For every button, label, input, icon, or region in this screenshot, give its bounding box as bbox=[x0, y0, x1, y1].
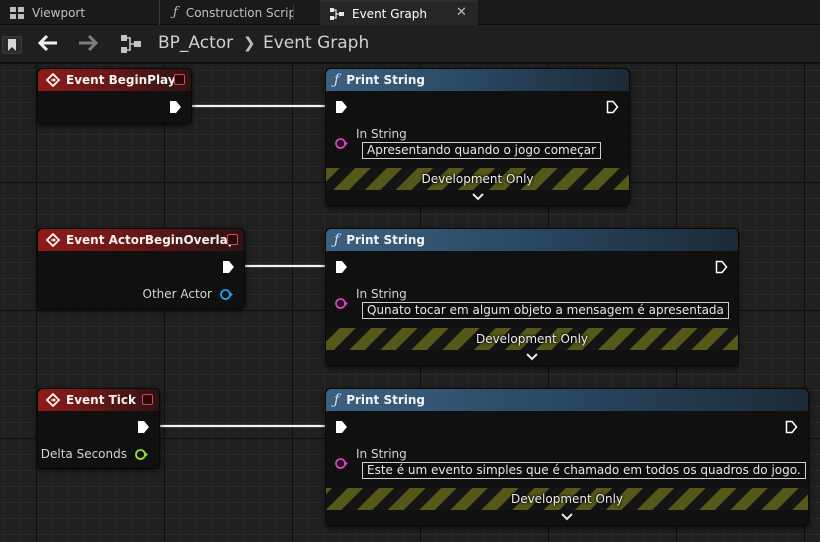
tab-viewport[interactable]: Viewport bbox=[0, 0, 160, 25]
close-tab-icon[interactable]: ✕ bbox=[456, 5, 467, 20]
tab-label: Construction Scrip bbox=[185, 5, 293, 20]
exec-in-pin-icon[interactable] bbox=[335, 260, 348, 274]
event-graph-canvas[interactable]: Event BeginPlay ƒ Print String In String… bbox=[0, 64, 820, 542]
string-pin-icon[interactable] bbox=[335, 297, 348, 310]
blueprint-graph-icon bbox=[121, 35, 141, 53]
forward-button[interactable] bbox=[76, 33, 100, 53]
in-string-field[interactable]: Apresentando quando o jogo começar bbox=[362, 142, 602, 159]
function-icon: ƒ bbox=[334, 232, 340, 248]
print-string-node-1[interactable]: ƒ Print String In String Apresentando qu… bbox=[325, 68, 630, 206]
delta-seconds-label: Delta Seconds bbox=[40, 447, 127, 461]
development-only-label: Development Only bbox=[510, 492, 624, 506]
function-icon: ƒ bbox=[334, 392, 340, 408]
in-string-label: In String bbox=[356, 447, 407, 461]
event-beginplay-node[interactable]: Event BeginPlay bbox=[37, 68, 192, 124]
breadcrumb-graph: Event Graph bbox=[263, 33, 370, 53]
string-pin-icon[interactable] bbox=[335, 137, 348, 150]
object-pin-icon[interactable] bbox=[220, 288, 233, 301]
graph-hierarchy-button[interactable] bbox=[118, 33, 144, 55]
delegate-pin-icon[interactable] bbox=[142, 394, 153, 405]
breadcrumb-blueprint[interactable]: BP_Actor bbox=[158, 33, 233, 53]
in-string-label: In String bbox=[356, 127, 407, 141]
in-string-field[interactable]: Este é um evento simples que é chamado e… bbox=[362, 462, 806, 479]
node-header: Event Tick bbox=[38, 389, 159, 411]
development-only-band: Development Only bbox=[326, 168, 629, 190]
tab-label: Event Graph bbox=[352, 6, 427, 21]
print-string-node-2[interactable]: ƒ Print String In String Qunato tocar em… bbox=[325, 228, 739, 366]
print-string-node-3[interactable]: ƒ Print String In String Este é um event… bbox=[325, 388, 809, 526]
node-header: ƒ Print String bbox=[326, 69, 629, 91]
arrow-left-icon bbox=[38, 35, 57, 51]
exec-out-pin-icon[interactable] bbox=[715, 260, 728, 274]
node-header: Event BeginPlay bbox=[38, 69, 191, 91]
breadcrumb-chevron-icon: ❯ bbox=[243, 34, 256, 52]
event-actorbeginoverlap-node[interactable]: Event ActorBeginOverlap Other Actor bbox=[37, 228, 245, 309]
function-icon: ƒ bbox=[173, 4, 178, 20]
viewport-grid-icon bbox=[10, 6, 24, 19]
tab-event-graph[interactable]: Event Graph bbox=[320, 0, 478, 25]
exec-out-pin-icon[interactable] bbox=[222, 260, 235, 274]
exec-out-pin-icon[interactable] bbox=[785, 420, 798, 434]
chevron-down-icon[interactable] bbox=[525, 352, 539, 362]
in-string-label: In String bbox=[356, 287, 407, 301]
tab-divider bbox=[293, 4, 294, 20]
node-header: Event ActorBeginOverlap bbox=[38, 229, 244, 251]
exec-out-pin-icon[interactable] bbox=[169, 100, 182, 114]
exec-in-pin-icon[interactable] bbox=[335, 420, 348, 434]
bookmark-icon bbox=[8, 39, 16, 51]
string-pin-icon[interactable] bbox=[335, 457, 348, 470]
node-header: ƒ Print String bbox=[326, 229, 738, 251]
tab-construction-script[interactable]: ƒ Construction Scrip bbox=[163, 0, 293, 25]
exec-out-pin-icon[interactable] bbox=[137, 420, 150, 434]
editor-tab-bar: Viewport ƒ Construction Scrip Event Grap… bbox=[0, 0, 820, 25]
event-diamond-icon bbox=[46, 393, 60, 407]
development-only-label: Development Only bbox=[475, 332, 589, 346]
node-title: Print String bbox=[346, 73, 426, 87]
bookmark-button[interactable] bbox=[2, 36, 22, 54]
event-diamond-icon bbox=[46, 73, 60, 87]
event-graph-icon bbox=[330, 7, 344, 20]
node-header: ƒ Print String bbox=[326, 389, 808, 411]
delegate-pin-icon[interactable] bbox=[174, 74, 185, 85]
development-only-band: Development Only bbox=[326, 488, 808, 510]
exec-out-pin-icon[interactable] bbox=[606, 100, 619, 114]
development-only-band: Development Only bbox=[326, 328, 738, 350]
in-string-field[interactable]: Qunato tocar em algum objeto a mensagem … bbox=[362, 302, 729, 319]
chevron-down-icon[interactable] bbox=[560, 512, 574, 522]
delegate-pin-icon[interactable] bbox=[227, 234, 238, 245]
event-tick-node[interactable]: Event Tick Delta Seconds bbox=[37, 388, 160, 469]
tab-label: Viewport bbox=[32, 5, 86, 20]
float-pin-icon[interactable] bbox=[135, 448, 148, 461]
node-title: Event BeginPlay bbox=[66, 73, 176, 87]
node-title: Print String bbox=[346, 393, 426, 407]
other-actor-label: Other Actor bbox=[142, 287, 212, 301]
graph-toolbar: BP_Actor ❯ Event Graph bbox=[0, 25, 820, 63]
node-title: Event Tick bbox=[66, 393, 137, 407]
back-button[interactable] bbox=[36, 33, 60, 53]
development-only-label: Development Only bbox=[421, 172, 534, 186]
event-diamond-icon bbox=[46, 233, 60, 247]
chevron-down-icon[interactable] bbox=[471, 192, 485, 202]
arrow-right-icon bbox=[79, 35, 98, 51]
exec-in-pin-icon[interactable] bbox=[335, 100, 348, 114]
node-title: Event ActorBeginOverlap bbox=[66, 233, 237, 247]
node-title: Print String bbox=[346, 233, 426, 247]
function-icon: ƒ bbox=[334, 72, 340, 88]
